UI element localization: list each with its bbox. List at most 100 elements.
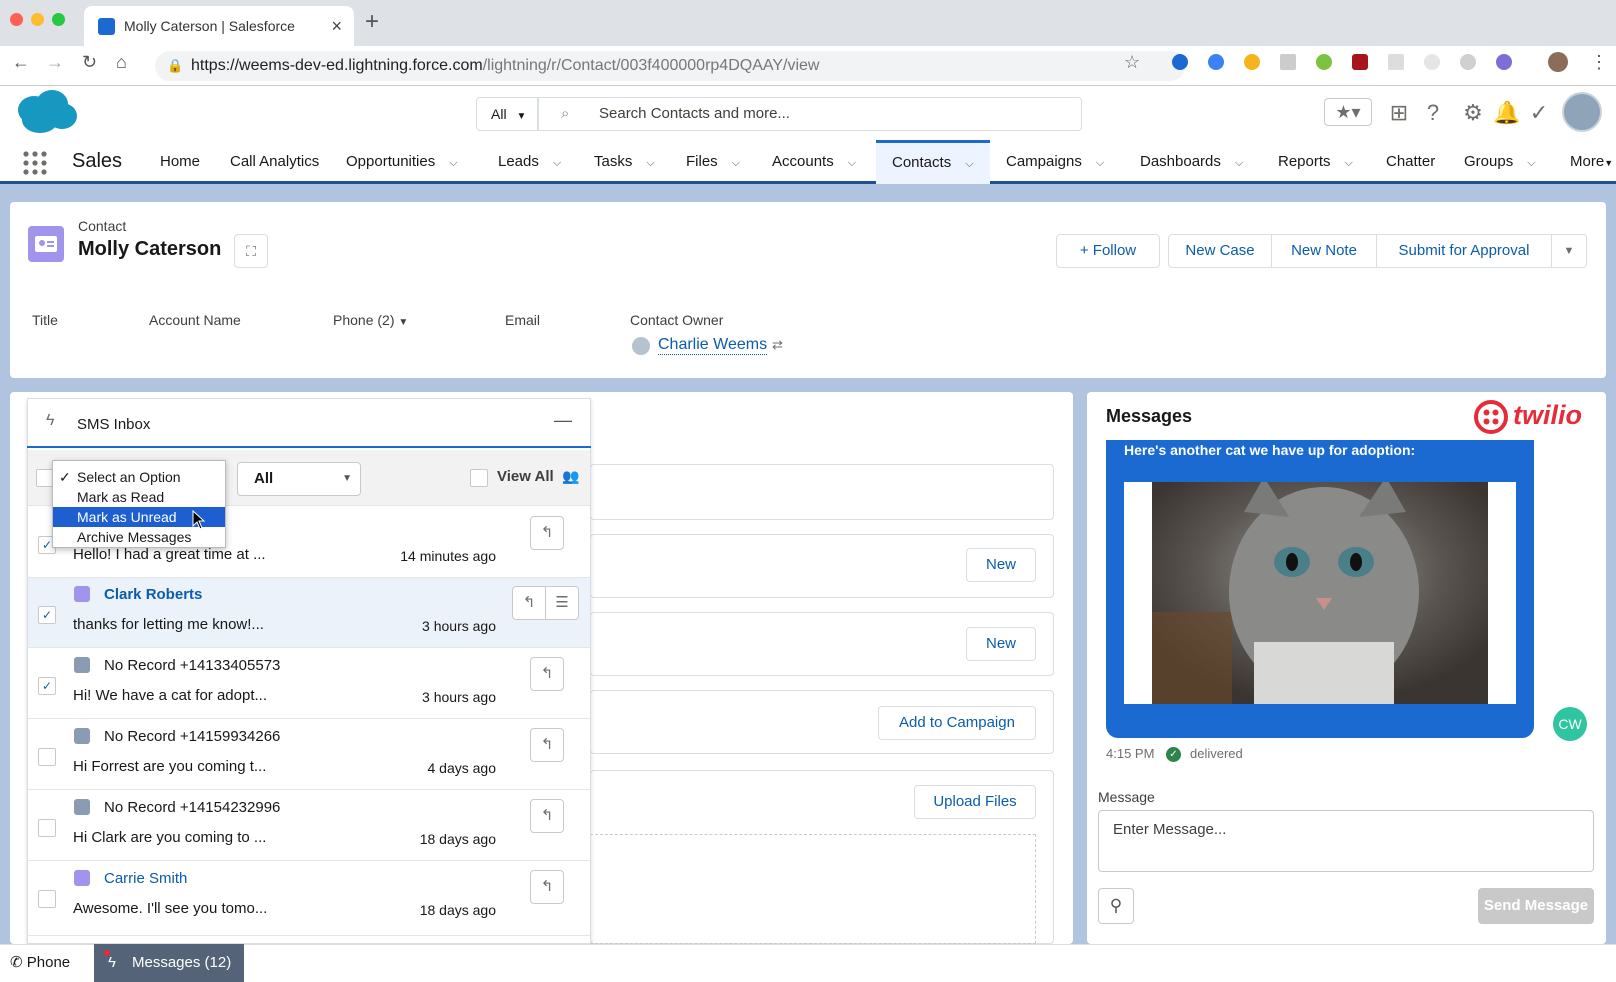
messages-utility-tab[interactable]: ϟ Messages (12): [94, 944, 244, 982]
zoom-window-button[interactable]: [52, 13, 65, 26]
phone-utility-tab[interactable]: ✆ Phone: [10, 944, 70, 982]
chevron-down-icon[interactable]: ⌵: [553, 157, 561, 169]
nav-item-call-analytics[interactable]: Call Analytics: [230, 140, 319, 184]
row-contact-name[interactable]: Carrie Smith: [104, 870, 187, 887]
profile-avatar-icon[interactable]: [1548, 52, 1568, 72]
follow-button[interactable]: + Follow: [1056, 234, 1160, 268]
chevron-down-icon[interactable]: ⌵: [965, 158, 973, 170]
option-archive-messages[interactable]: Archive Messages: [53, 527, 225, 547]
reply-icon[interactable]: ↰: [530, 728, 564, 762]
minimize-window-button[interactable]: [31, 13, 44, 26]
change-owner-icon[interactable]: ⇄: [772, 337, 783, 353]
extension-icon[interactable]: [1244, 54, 1260, 70]
ublock-icon[interactable]: [1352, 54, 1368, 70]
reply-icon[interactable]: ↰: [530, 657, 564, 691]
field-label-phone[interactable]: Phone (2) ▼: [333, 312, 408, 328]
app-launcher-icon[interactable]: [22, 150, 48, 176]
extension-icon[interactable]: [1280, 54, 1296, 70]
nav-item-contacts[interactable]: Contacts ⌵: [876, 140, 990, 184]
option-select-an-option[interactable]: ✓ Select an Option: [53, 467, 225, 487]
view-all-checkbox[interactable]: [470, 469, 488, 487]
notifications-bell-icon[interactable]: 🔔: [1492, 98, 1522, 128]
extension-icon[interactable]: [1424, 54, 1440, 70]
back-icon[interactable]: ←: [12, 52, 30, 73]
owner-link[interactable]: Charlie Weems: [658, 336, 768, 355]
nav-item-reports[interactable]: Reports ⌵: [1278, 140, 1353, 184]
nav-item-files[interactable]: Files ⌵: [686, 140, 740, 184]
setup-gear-icon[interactable]: ⚙: [1458, 98, 1488, 128]
salesforce-logo[interactable]: [12, 88, 78, 136]
nav-item-groups[interactable]: Groups ⌵: [1464, 140, 1536, 184]
hierarchy-icon[interactable]: ⛶: [234, 234, 268, 268]
nav-item-dashboards[interactable]: Dashboards ⌵: [1140, 140, 1243, 184]
filter-select[interactable]: All ▼: [237, 462, 361, 496]
nav-item-chatter[interactable]: Chatter: [1386, 140, 1435, 184]
send-message-button[interactable]: Send Message: [1478, 888, 1594, 924]
new-button[interactable]: New: [966, 627, 1036, 661]
chevron-down-icon[interactable]: ⌵: [848, 157, 856, 169]
sms-row[interactable]: Carrie Smith Awesome. I'll see you tomo.…: [28, 862, 590, 936]
new-case-button[interactable]: New Case: [1168, 234, 1272, 268]
task-list-icon[interactable]: ☰: [545, 586, 579, 620]
global-search-input[interactable]: ⌕ Search Contacts and more...: [538, 97, 1082, 131]
row-checkbox[interactable]: ✓: [38, 606, 56, 624]
close-tab-icon[interactable]: ×: [331, 6, 342, 46]
home-icon[interactable]: ⌂: [116, 52, 127, 73]
forward-icon[interactable]: →: [46, 52, 64, 73]
chevron-down-icon[interactable]: ⌵: [1096, 157, 1104, 169]
attachment-paperclip-icon[interactable]: ⚲: [1098, 888, 1134, 924]
new-note-button[interactable]: New Note: [1271, 234, 1377, 268]
option-mark-as-read[interactable]: Mark as Read: [53, 487, 225, 507]
reply-icon[interactable]: ↰: [512, 586, 546, 620]
trailhead-icon[interactable]: ✓: [1524, 98, 1554, 128]
nav-item-more[interactable]: More▼: [1570, 140, 1613, 184]
row-checkbox[interactable]: [38, 748, 56, 766]
reply-icon[interactable]: ↰: [530, 516, 564, 550]
global-actions-icon[interactable]: ⊞: [1384, 98, 1414, 128]
nav-item-opportunities[interactable]: Opportunities ⌵: [346, 140, 458, 184]
add-to-campaign-button[interactable]: Add to Campaign: [878, 706, 1036, 740]
chevron-down-icon[interactable]: ⌵: [732, 157, 740, 169]
extension-icon[interactable]: [1460, 54, 1476, 70]
reply-icon[interactable]: ↰: [530, 870, 564, 904]
browser-menu-icon[interactable]: ⋮: [1590, 52, 1608, 73]
row-checkbox[interactable]: ✓: [38, 677, 56, 695]
extension-icon[interactable]: [1316, 54, 1332, 70]
search-scope-select[interactable]: All ▼: [476, 97, 538, 131]
nav-item-tasks[interactable]: Tasks ⌵: [594, 140, 655, 184]
extension-icon[interactable]: [1388, 54, 1404, 70]
message-input[interactable]: Enter Message...: [1098, 810, 1594, 872]
extension-icon[interactable]: [1208, 54, 1224, 70]
chevron-down-icon[interactable]: ⌵: [1235, 157, 1243, 169]
sms-row[interactable]: ✓ Clark Roberts thanks for letting me kn…: [28, 578, 590, 648]
chevron-down-icon[interactable]: ⌵: [646, 157, 654, 169]
sms-row[interactable]: No Record +14159934266 Hi Forrest are yo…: [28, 720, 590, 790]
row-checkbox[interactable]: [38, 819, 56, 837]
extension-icon[interactable]: [1496, 54, 1512, 70]
bookmark-star-icon[interactable]: ☆: [1124, 52, 1140, 73]
chevron-down-icon[interactable]: ⌵: [1527, 157, 1535, 169]
new-tab-button[interactable]: +: [365, 8, 379, 36]
upload-files-button[interactable]: Upload Files: [914, 785, 1036, 819]
url-bar[interactable]: 🔒 https://weems-dev-ed.lightning.force.co…: [155, 51, 1185, 81]
row-contact-name[interactable]: Clark Roberts: [104, 586, 202, 603]
favorites-icon[interactable]: ★▾: [1324, 98, 1372, 126]
close-window-button[interactable]: [10, 13, 23, 26]
reload-icon[interactable]: ↻: [82, 52, 97, 73]
sms-row[interactable]: ✓ No Record +14133405573 Hi! We have a c…: [28, 649, 590, 719]
reply-icon[interactable]: ↰: [530, 799, 564, 833]
row-checkbox[interactable]: [38, 890, 56, 908]
nav-item-leads[interactable]: Leads ⌵: [498, 140, 561, 184]
nav-item-accounts[interactable]: Accounts ⌵: [772, 140, 856, 184]
more-actions-chevron-icon[interactable]: ▼: [1551, 234, 1587, 268]
submit-for-approval-button[interactable]: Submit for Approval: [1376, 234, 1552, 268]
browser-tab[interactable]: Molly Caterson | Salesforce ×: [84, 6, 354, 46]
sms-row[interactable]: No Record +14154232996 Hi Clark are you …: [28, 791, 590, 861]
chevron-down-icon[interactable]: ⌵: [449, 157, 457, 169]
file-drop-zone[interactable]: [590, 834, 1036, 944]
nav-item-home[interactable]: Home: [160, 140, 200, 184]
extension-icon[interactable]: [1172, 54, 1188, 70]
nav-item-campaigns[interactable]: Campaigns ⌵: [1006, 140, 1104, 184]
help-icon[interactable]: ?: [1418, 98, 1448, 128]
new-button[interactable]: New: [966, 548, 1036, 582]
